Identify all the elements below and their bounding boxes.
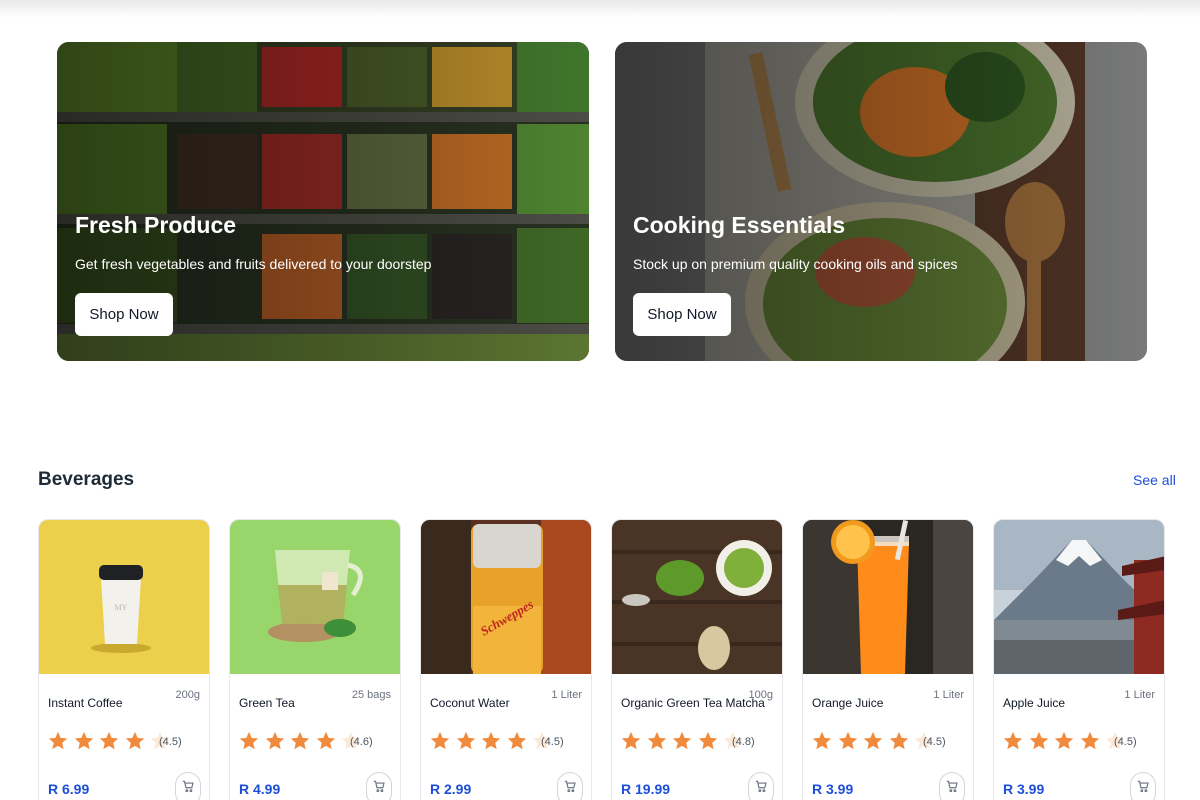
instant-coffee-image: MY <box>39 520 209 674</box>
star-icon <box>456 731 475 750</box>
star-icon <box>48 731 68 750</box>
shopping-cart-icon <box>373 780 385 793</box>
star-icon <box>838 731 857 750</box>
product-name: Instant Coffee <box>48 696 123 710</box>
product-card[interactable]: Organic Green Tea Matcha 100g (4.8) R 19… <box>611 519 783 800</box>
product-size: 1 Liter <box>551 689 582 701</box>
product-price: R 3.99 <box>812 781 854 797</box>
rating-stars <box>238 730 366 752</box>
star-icon <box>1029 731 1048 750</box>
svg-text:MY: MY <box>115 603 128 612</box>
product-card[interactable]: Green Tea 25 bags (4.6) R 4.99 <box>229 519 401 800</box>
product-card[interactable]: Apple Juice 1 Liter (4.5) R 3.99 <box>993 519 1165 800</box>
star-icon <box>290 731 310 750</box>
product-card[interactable]: Schweppes Coconut Water 1 Liter (4.5) R … <box>420 519 592 800</box>
rating-value: (4.6) <box>350 736 373 748</box>
shopping-cart-icon <box>182 780 194 793</box>
add-to-cart-button[interactable] <box>939 772 965 800</box>
green-tea-image <box>230 520 400 674</box>
matcha-image <box>612 520 782 674</box>
shopping-cart-icon <box>946 780 958 793</box>
star-icon <box>74 731 93 750</box>
rating-stars <box>429 730 557 752</box>
coconut-water-image: Schweppes <box>421 520 591 674</box>
banner-title: Cooking Essentials <box>633 212 846 238</box>
add-to-cart-button[interactable] <box>557 772 583 800</box>
product-size: 100g <box>748 689 773 701</box>
rating-value: (4.5) <box>159 736 182 748</box>
product-size: 200g <box>175 689 200 701</box>
star-icon <box>889 731 908 750</box>
see-all-link[interactable]: See all <box>1133 472 1176 488</box>
star-icon <box>647 731 666 750</box>
product-name: Apple Juice <box>1003 696 1066 710</box>
shopping-cart-icon <box>755 780 767 793</box>
rating-value: (4.5) <box>923 736 946 748</box>
rating-value: (4.5) <box>1114 736 1137 748</box>
product-size: 1 Liter <box>1124 689 1155 701</box>
rating-value: (4.5) <box>541 736 564 748</box>
banner-fresh-produce[interactable]: Fresh Produce Get fresh vegetables and f… <box>57 42 589 361</box>
star-icon <box>621 731 641 750</box>
star-icon <box>672 731 692 750</box>
rating-stars <box>620 730 748 752</box>
product-price: R 4.99 <box>239 781 281 797</box>
rating-value: (4.8) <box>732 736 755 748</box>
star-icon <box>863 731 883 750</box>
star-icon <box>698 731 717 750</box>
header-shadow <box>0 0 1200 18</box>
star-icon <box>430 731 450 750</box>
star-icon <box>99 731 119 750</box>
star-icon <box>1054 731 1074 750</box>
product-card[interactable]: MY Instant Coffee 200g (4.5) R 6.99 <box>38 519 210 800</box>
shopping-cart-icon <box>1137 780 1149 793</box>
product-name: Orange Juice <box>812 696 884 710</box>
add-to-cart-button[interactable] <box>175 772 201 800</box>
add-to-cart-button[interactable] <box>1130 772 1156 800</box>
product-price: R 3.99 <box>1003 781 1045 797</box>
banner-subtitle: Get fresh vegetables and fruits delivere… <box>75 256 432 272</box>
product-size: 1 Liter <box>933 689 964 701</box>
product-name: Coconut Water <box>430 696 510 710</box>
product-price: R 2.99 <box>430 781 472 797</box>
banner-cooking-essentials[interactable]: Cooking Essentials Stock up on premium q… <box>615 42 1147 361</box>
product-card[interactable]: Orange Juice 1 Liter (4.5) R 3.99 <box>802 519 974 800</box>
banner-title: Fresh Produce <box>75 212 237 238</box>
add-to-cart-button[interactable] <box>748 772 774 800</box>
product-size: 25 bags <box>351 689 391 701</box>
section-title: Beverages <box>38 469 135 490</box>
apple-juice-image <box>994 520 1164 674</box>
orange-juice-image <box>803 520 973 674</box>
star-icon <box>265 731 284 750</box>
add-to-cart-button[interactable] <box>366 772 392 800</box>
star-icon <box>507 731 526 750</box>
rating-stars <box>1002 730 1130 752</box>
shopping-cart-icon <box>564 780 576 793</box>
shop-now-button[interactable]: Shop Now <box>75 293 173 336</box>
star-icon <box>1080 731 1099 750</box>
rating-stars <box>47 730 175 752</box>
product-price: R 19.99 <box>621 781 671 797</box>
rating-stars <box>811 730 939 752</box>
star-icon <box>316 731 335 750</box>
product-name: Green Tea <box>239 696 295 710</box>
star-icon <box>1003 731 1023 750</box>
star-icon <box>125 731 144 750</box>
shop-now-button[interactable]: Shop Now <box>633 293 731 336</box>
star-icon <box>481 731 501 750</box>
star-icon <box>812 731 832 750</box>
product-name: Organic Green Tea Matcha <box>621 696 765 710</box>
product-price: R 6.99 <box>48 781 90 797</box>
banner-subtitle: Stock up on premium quality cooking oils… <box>633 256 958 272</box>
star-icon <box>239 731 259 750</box>
